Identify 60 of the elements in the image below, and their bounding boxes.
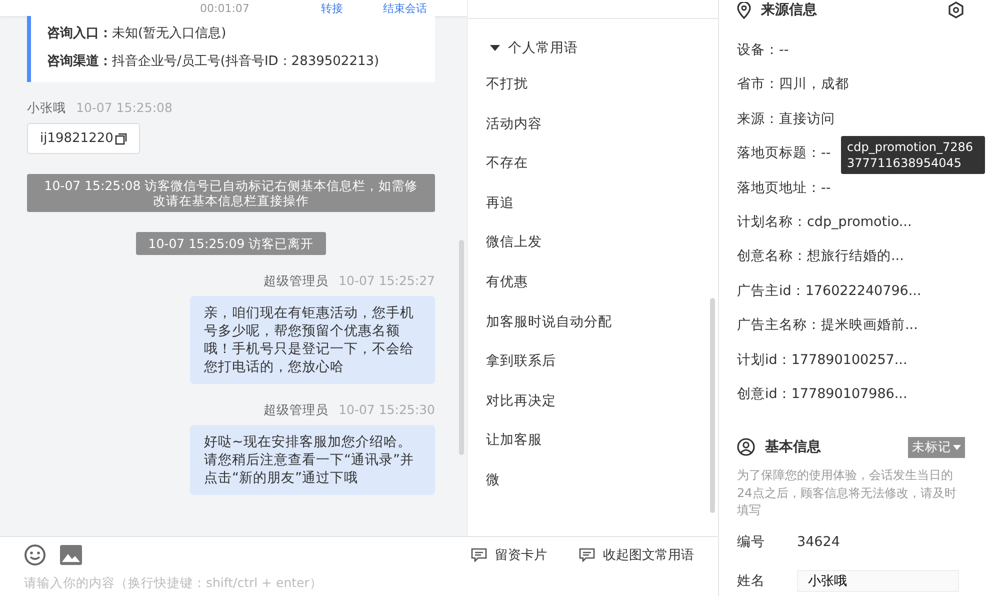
- composer-action[interactable]: 收起图文常用语: [579, 546, 694, 564]
- name-field[interactable]: 小张哦: [797, 570, 959, 592]
- source-info-row-text: 落地页标题：--: [737, 144, 831, 164]
- message-bubble: 亲，咱们现在有钜惠活动，您手机号多少呢，帮您预留个优惠名额哦！手机号只是登记一下，不会给您打电话的，您放心哈: [190, 296, 435, 384]
- field-value: 34624: [797, 534, 840, 550]
- field-label: 编号: [737, 532, 766, 551]
- sender-name: 超级管理员: [264, 273, 329, 290]
- source-info-row-text: 计划名称：cdp_promotio...: [737, 212, 912, 232]
- sender-name: 超级管理员: [264, 402, 329, 419]
- phrase-item[interactable]: 活动内容: [486, 104, 700, 144]
- scrollbar[interactable]: [710, 298, 715, 513]
- source-info-row-text: 省市：四川，成都: [737, 75, 849, 94]
- section-title: 基本信息: [765, 438, 821, 456]
- phrase-item[interactable]: 不存在: [486, 144, 700, 184]
- image-icon[interactable]: [60, 545, 82, 565]
- system-notice: 10-07 15:25:09 访客已离开: [136, 232, 326, 255]
- emoji-icon[interactable]: [24, 544, 46, 566]
- sender-name: 小张哦: [27, 100, 66, 117]
- user-icon: [737, 438, 755, 456]
- session-timer: 00:01:07: [200, 2, 250, 14]
- source-info-row-text: 广告主名称：提米映画婚前...: [737, 316, 918, 336]
- source-info-row-text: 落地页地址：--: [737, 178, 831, 198]
- system-notice: 10-07 15:25:08 访客微信号已自动标记右侧基本信息栏，如需修改请在基本信息栏直接操作: [27, 174, 435, 212]
- settings-icon[interactable]: [947, 1, 965, 19]
- caret-down-icon: [953, 444, 961, 450]
- message-chip: ij19821220: [27, 123, 140, 154]
- phrase-group-toggle[interactable]: 个人常用语: [490, 39, 578, 57]
- phrase-item[interactable]: 对比再决定: [486, 382, 700, 422]
- source-info-row-text: 创意id：177890107986...: [737, 384, 908, 404]
- message-time: 10-07 15:25:27: [338, 273, 435, 290]
- source-info-row-text: 广告主id：176022240796...: [737, 282, 922, 301]
- notice-text: 为了保障您的使用体验，会话发生当日的24点之后，顾客信息将无法修改，请及时填写: [737, 467, 958, 520]
- phrase-item[interactable]: 有优惠: [486, 262, 700, 303]
- section-title: 来源信息: [761, 1, 817, 19]
- message-icon: [579, 548, 595, 562]
- phrase-item[interactable]: 再追: [486, 184, 700, 224]
- header-link[interactable]: 结束会话: [383, 0, 427, 16]
- message-time: 10-07 15:25:08: [76, 100, 172, 117]
- info-line: 咨询入口：未知(暂无入口信息): [47, 24, 228, 43]
- message-time: 10-07 15:25:30: [338, 402, 435, 419]
- composer-action[interactable]: 留资卡片: [471, 546, 547, 564]
- source-info-row-text: 设备：--: [737, 41, 789, 60]
- scrollbar[interactable]: [459, 240, 464, 455]
- tooltip: cdp_promotion_7286377711638954045: [841, 136, 985, 174]
- location-pin-icon: [737, 2, 751, 18]
- phrase-item[interactable]: 不打扰: [486, 65, 700, 105]
- source-info-row-text: 来源：直接访问: [737, 110, 835, 129]
- header-link[interactable]: 转接: [321, 0, 343, 16]
- info-line: 咨询渠道：抖音企业号/员工号(抖音号ID：2839502213): [47, 52, 380, 71]
- message-icon: [471, 548, 487, 562]
- source-info-row-text: 创意名称：想旅行结婚的...: [737, 247, 904, 266]
- phrase-item[interactable]: 微信上发: [486, 223, 700, 263]
- source-info-row-text: 计划id：177890100257...: [737, 350, 908, 370]
- message-bubble: 好哒~现在安排客服加您介绍哈。请您稍后注意查看一下“通讯录”并点击“新的朋友”通过下哦: [190, 425, 435, 495]
- phrase-item[interactable]: 拿到联系后: [486, 342, 700, 382]
- phrase-item[interactable]: 让加客服: [486, 421, 700, 461]
- field-label: 姓名: [737, 572, 766, 590]
- phrase-item[interactable]: 微: [486, 460, 700, 501]
- copy-icon[interactable]: [115, 132, 128, 144]
- phrase-item[interactable]: 加客服时说自动分配: [486, 302, 700, 342]
